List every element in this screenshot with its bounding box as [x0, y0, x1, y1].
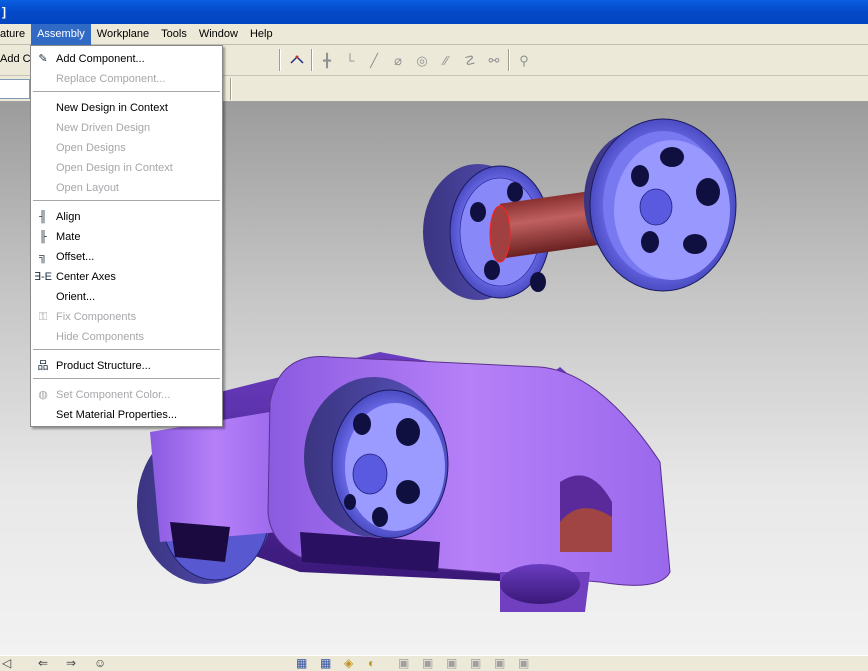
menu-item-align[interactable]: ╢ Align [31, 207, 222, 227]
menu-bar: ature Assembly Workplane Tools Window He… [0, 24, 868, 45]
toolbar-separator [279, 49, 281, 71]
menu-item-new-design-in-context[interactable]: New Design in Context [31, 98, 222, 118]
view-toolbar-icon[interactable]: ▣ [494, 656, 505, 670]
menu-item-add-component[interactable]: ✎ Add Component... [31, 49, 222, 69]
align-icon: ╢ [39, 211, 47, 223]
view-toolbar-icon[interactable]: ▣ [446, 656, 457, 670]
menu-item-set-component-color: ◍ Set Component Color... [31, 385, 222, 405]
center-axes-icon: ∃-E [34, 271, 52, 283]
zoom-icon[interactable]: ⚲ [514, 51, 534, 71]
window-title: ] [2, 5, 6, 19]
color-icon: ◍ [38, 389, 48, 401]
forward-arrow-icon[interactable]: ⇒ [66, 656, 76, 670]
assembly-menu: ✎ Add Component... Replace Component... … [30, 45, 223, 427]
menu-item-hide-components: Hide Components [56, 331, 145, 343]
view-toolbar-icon[interactable]: ▣ [518, 656, 529, 670]
line-icon[interactable]: ╱ [364, 51, 384, 71]
view-toolbar-icon[interactable]: ▣ [422, 656, 433, 670]
menu-feature[interactable]: ature [0, 24, 31, 45]
menu-workplane[interactable]: Workplane [91, 24, 155, 45]
back-arrow-icon[interactable]: ⇐ [38, 656, 48, 670]
fix-components-icon: ⚿ [38, 311, 48, 323]
toolbar-separator [508, 49, 510, 71]
toolbar-separator [230, 78, 232, 100]
menu-item-mate[interactable]: ╟ Mate [31, 227, 222, 247]
view-toolbar-icon[interactable]: ▣ [398, 656, 409, 670]
menu-help[interactable]: Help [244, 24, 279, 45]
menu-separator [33, 378, 220, 380]
menu-tools[interactable]: Tools [155, 24, 193, 45]
wheel-axle-subassembly [423, 118, 737, 300]
add-component-icon: ✎ [38, 53, 48, 65]
input-field[interactable] [0, 79, 30, 99]
menu-item-center-axes[interactable]: ∃-E Center Axes [31, 267, 222, 287]
view-toolbar-icon[interactable]: ▦ [296, 656, 307, 670]
menu-item-orient[interactable]: Orient... [31, 287, 222, 307]
menu-item-open-layout: Open Layout [56, 182, 119, 194]
smiley-icon[interactable]: ☺ [94, 656, 106, 670]
menu-item-set-material-properties[interactable]: Set Material Properties... [31, 405, 222, 425]
menu-assembly[interactable]: Assembly [31, 24, 91, 45]
offset-icon: ╗ [39, 251, 47, 263]
parallel-icon[interactable]: ∕∕ [436, 51, 456, 71]
curve-icon[interactable]: ☡ [460, 51, 480, 71]
menu-item-open-designs: Open Designs [56, 142, 126, 154]
menu-window[interactable]: Window [193, 24, 244, 45]
pointer-icon[interactable]: ◁ [2, 656, 11, 670]
toolbar-separator [311, 49, 313, 71]
link-icon[interactable]: ⚯ [484, 51, 504, 71]
menu-separator [33, 200, 220, 202]
menu-separator [33, 91, 220, 93]
tangent-icon[interactable]: ⌀ [388, 51, 408, 71]
concentric-icon[interactable]: ◎ [412, 51, 432, 71]
mate-icon: ╟ [39, 231, 47, 243]
menu-item-fix-components: ⚿ Fix Components [31, 307, 222, 327]
menu-separator [33, 349, 220, 351]
menu-item-offset[interactable]: ╗ Offset... [31, 247, 222, 267]
xyz-icon[interactable] [287, 51, 307, 71]
status-bar: ◁ ⇐ ⇒ ☺ ▦ ▦ ◈ ◐ ▣ ▣ ▣ ▣ ▣ ▣ [0, 655, 868, 671]
constraint-icon[interactable]: ╋ [317, 51, 337, 71]
view-toolbar-icon[interactable]: ▣ [470, 656, 481, 670]
menu-item-open-design-in-context: Open Design in Context [56, 162, 173, 174]
view-toolbar-icon[interactable]: ▦ [320, 656, 331, 670]
product-structure-icon: 品 [37, 360, 49, 372]
menu-item-product-structure[interactable]: 品 Product Structure... [31, 356, 222, 376]
menu-item-new-driven-design: New Driven Design [56, 122, 151, 134]
title-bar: ] [0, 0, 868, 24]
view-toolbar-icon[interactable]: ◐ [368, 656, 375, 670]
menu-item-replace-component: Replace Component... [56, 73, 166, 85]
perpendicular-icon[interactable]: └ [340, 51, 360, 71]
view-toolbar-icon[interactable]: ◈ [344, 656, 353, 670]
